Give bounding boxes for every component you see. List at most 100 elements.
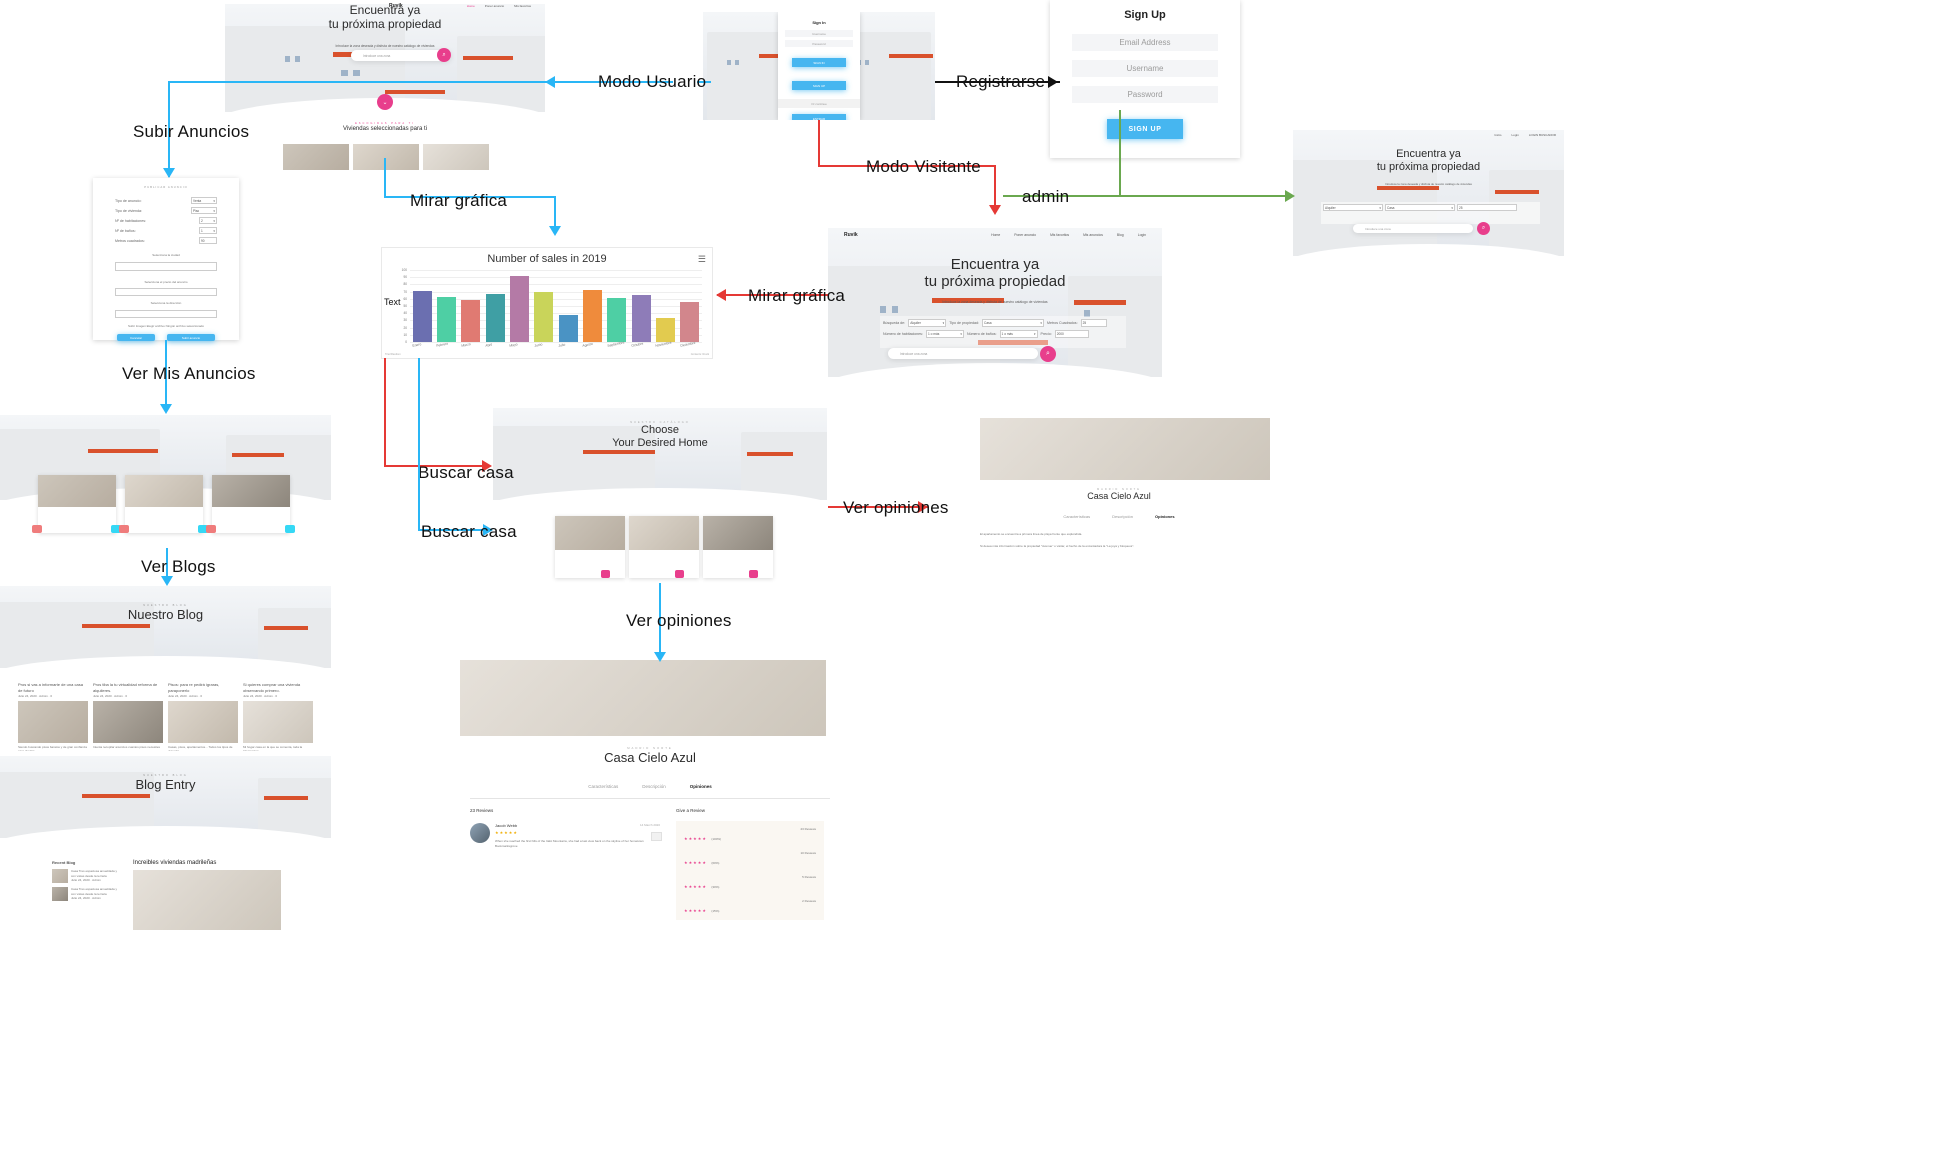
publish-footer-note[interactable]: Subir Imagen Elegir archivo Ningún archi…	[93, 324, 239, 329]
nav-poner-anuncio[interactable]: Poner anuncio	[1014, 233, 1036, 237]
admin-search-input[interactable]: Introduce una zona	[1353, 224, 1473, 233]
nav-mis-anuncios[interactable]: Mis anuncios	[1083, 233, 1103, 237]
visitor-navbar[interactable]: Ruvik Home Poner anuncio Mis favoritos M…	[828, 228, 1162, 242]
screen-blog-entry[interactable]: NUESTRO BLOG Blog Entry Recent Blog Casa…	[0, 756, 331, 930]
recent-blog-item-1[interactable]: Casa Tres espaciosa amueblada y con vist…	[52, 869, 122, 883]
screen-choose-home[interactable]: NUESTRO CATÁLOGO Choose Your Desired Hom…	[493, 408, 827, 593]
publish-select-1[interactable]: Piso ▾	[191, 207, 217, 214]
home-top-nav-links[interactable]: Home Poner anuncio Mis favoritos	[457, 4, 531, 8]
give-review-panel[interactable]: Give a Review ★★★★★ (100%) 23 Reviews ★★…	[676, 808, 824, 920]
signup-email-field[interactable]: Email Address	[1072, 34, 1218, 51]
nav-item-poner-anuncio[interactable]: Poner anuncio	[485, 4, 504, 8]
publish-row-2[interactable]: Nº de habitaciones: 2 ▾	[115, 217, 217, 224]
choose-listing-card-3[interactable]: $1,190/mo 3 | 2 | 1,673 sqft The Blue Sk…	[703, 516, 773, 578]
chart-bar[interactable]	[510, 276, 529, 342]
screen-property-reviews[interactable]: MADRID NORTE Casa Cielo Azul Característ…	[460, 660, 840, 920]
chart-bar[interactable]	[461, 300, 481, 342]
edit-icon[interactable]	[285, 525, 295, 533]
tab-descripcion[interactable]: Descripción	[1112, 514, 1133, 519]
tab-opiniones[interactable]: Opiniones	[1155, 514, 1175, 519]
publish-row-0[interactable]: Tipo de anuncio: Venta ▾	[115, 197, 217, 204]
admin-navbar[interactable]: Inicio Login LOGIN BUSCADOR	[1293, 130, 1564, 140]
scroll-down-icon[interactable]: ⌄	[377, 94, 393, 110]
publish-price-input[interactable]	[115, 288, 217, 296]
trash-icon[interactable]	[206, 525, 216, 533]
visitor-nav-links[interactable]: Home Poner anuncio Mis favoritos Mis anu…	[977, 233, 1146, 237]
visitor-filters-bar[interactable]: Búsqueda de: Alquiler ▾ Tipo de propiedad…	[880, 316, 1126, 348]
sales-chart-panel[interactable]: Number of sales in 2019 ☰ Trier/Random C…	[381, 247, 713, 359]
publish-address-input[interactable]	[115, 309, 217, 318]
publish-row-4[interactable]: Metros cuadrados: 90	[115, 237, 217, 244]
screen-publish-form[interactable]: PUBLICAR ANUNCIO Tipo de anuncio: Venta ▾…	[93, 178, 239, 341]
chart-bar[interactable]	[631, 295, 651, 342]
reviews-tab-opiniones[interactable]: Opiniones	[690, 784, 712, 789]
publish-row-1[interactable]: Tipo de vivienda: Piso ▾	[115, 207, 217, 214]
signin-username-field[interactable]: Username	[785, 30, 853, 37]
admin-filters-bar[interactable]: Alquiler ▾ Casa ▾ 25	[1321, 202, 1540, 224]
reviews-tab-descripcion[interactable]: Descripción	[642, 784, 666, 789]
nav-login[interactable]: Login	[1138, 233, 1146, 237]
listing-card-2[interactable]: $1,040/mo 3 | 2 | 1,673 sqft The Blue Sk…	[125, 475, 203, 533]
reply-icon[interactable]	[651, 832, 662, 841]
admin-filter-1[interactable]: Casa ▾	[1385, 204, 1455, 211]
publish-city-input[interactable]	[115, 261, 217, 271]
signup-password-field[interactable]: Password	[1072, 86, 1218, 103]
tab-caracteristicas[interactable]: Características	[1063, 514, 1090, 519]
favorite-icon[interactable]	[749, 570, 758, 578]
admin-nav-login[interactable]: Login	[1511, 133, 1518, 137]
publish-select-4[interactable]: 90	[199, 237, 217, 244]
publish-row-3[interactable]: Nº de baños: 1 ▾	[115, 227, 217, 234]
screen-property-description[interactable]: MADRID NORTE Casa Cielo Azul Característ…	[935, 400, 1303, 560]
visitor-filter-3[interactable]: 1 o más ▾	[925, 330, 964, 338]
visitor-filter-1[interactable]: Casa ▾	[982, 319, 1045, 327]
chart-bar[interactable]	[607, 298, 627, 342]
signin-password-field[interactable]: Password	[785, 40, 853, 47]
visitor-filter-0[interactable]: Alquiler ▾	[908, 319, 947, 327]
favorite-icon[interactable]	[601, 570, 610, 578]
admin-filter-2[interactable]: 25	[1457, 204, 1517, 211]
visitor-search-input[interactable]: Introduce una zona	[888, 348, 1038, 359]
screen-home-top[interactable]: Ruvik Home Poner anuncio Mis favoritos E…	[225, 0, 545, 175]
screen-signup[interactable]: Sign Up Email Address Username Password …	[1050, 0, 1240, 158]
publish-submit-button[interactable]: Subir anuncio	[167, 334, 215, 341]
screen-signin[interactable]: Sign In Username Password SIGN IN SIGN U…	[703, 12, 935, 120]
reviews-tab-caracteristicas[interactable]: Características	[588, 784, 618, 789]
chart-bar[interactable]	[680, 301, 700, 342]
nav-item-home[interactable]: Home	[467, 4, 475, 8]
chart-bar[interactable]	[656, 317, 675, 342]
chart-bar[interactable]	[485, 293, 505, 342]
chart-bar[interactable]	[534, 292, 554, 342]
visitor-filter-4[interactable]: 1 o más ▾	[999, 330, 1038, 338]
signin-panel[interactable]: Sign In Username Password SIGN IN SIGN U…	[778, 12, 860, 120]
admin-nav-login-buscador[interactable]: LOGIN BUSCADOR	[1529, 133, 1556, 137]
hamburger-menu-icon[interactable]: ☰	[698, 254, 706, 265]
choose-listing-card-1[interactable]: $1,090/mo 3 | 2 | 1,673 sqft The Blue Sk…	[555, 516, 625, 578]
admin-nav-inicio[interactable]: Inicio	[1494, 133, 1501, 137]
nav-mis-favoritos[interactable]: Mis favoritos	[1050, 233, 1069, 237]
screen-admin-home[interactable]: Inicio Login LOGIN BUSCADOR Encuentra ya…	[1293, 130, 1564, 256]
visitor-filter-5[interactable]: 2000	[1054, 330, 1089, 338]
admin-search-icon[interactable]: ⌕	[1477, 222, 1490, 235]
signin-submit-button[interactable]: SIGN IN	[792, 58, 846, 67]
blog-post-card-2[interactable]: Pros tiba la tu virtualidad reforma de a…	[93, 682, 163, 751]
publish-select-0[interactable]: Venta ▾	[191, 197, 217, 204]
chart-bar[interactable]	[412, 290, 432, 342]
nav-blog[interactable]: Blog	[1117, 233, 1124, 237]
listing-card-1[interactable]: $1,090/mo 3 | 2 | 1,673 sqft The Blue Sk…	[38, 475, 116, 533]
visitor-filter-2[interactable]: 25	[1080, 319, 1107, 327]
publish-select-3[interactable]: 1 ▾	[199, 227, 217, 234]
nav-item-mis-favoritos[interactable]: Mis favoritos	[514, 4, 531, 8]
trash-icon[interactable]	[119, 525, 129, 533]
chart-bar[interactable]	[437, 297, 456, 342]
trash-icon[interactable]	[32, 525, 42, 533]
screen-nuestro-blog[interactable]: NUESTRO BLOG Nuestro Blog Pros si vas a …	[0, 586, 331, 751]
screen-visitor-home[interactable]: Ruvik Home Poner anuncio Mis favoritos M…	[828, 228, 1162, 377]
home-top-navbar[interactable]: Ruvik Home Poner anuncio Mis favoritos	[225, 0, 545, 12]
screen-mis-anuncios[interactable]: $1,090/mo 3 | 2 | 1,673 sqft The Blue Sk…	[0, 415, 331, 560]
blog-post-card-4[interactable]: Si quieres comprar una vivienda observan…	[243, 682, 313, 751]
recent-blog-item-2[interactable]: Casa Tres espaciosa amueblada y con vist…	[52, 887, 122, 901]
signin-signup-button[interactable]: SIGN UP	[792, 81, 846, 90]
admin-nav-links[interactable]: Inicio Login LOGIN BUSCADOR	[1484, 133, 1556, 137]
blog-post-card-3[interactable]: Pisos: para re pedirá igraras, paraponer…	[168, 682, 238, 751]
favorite-icon[interactable]	[675, 570, 684, 578]
